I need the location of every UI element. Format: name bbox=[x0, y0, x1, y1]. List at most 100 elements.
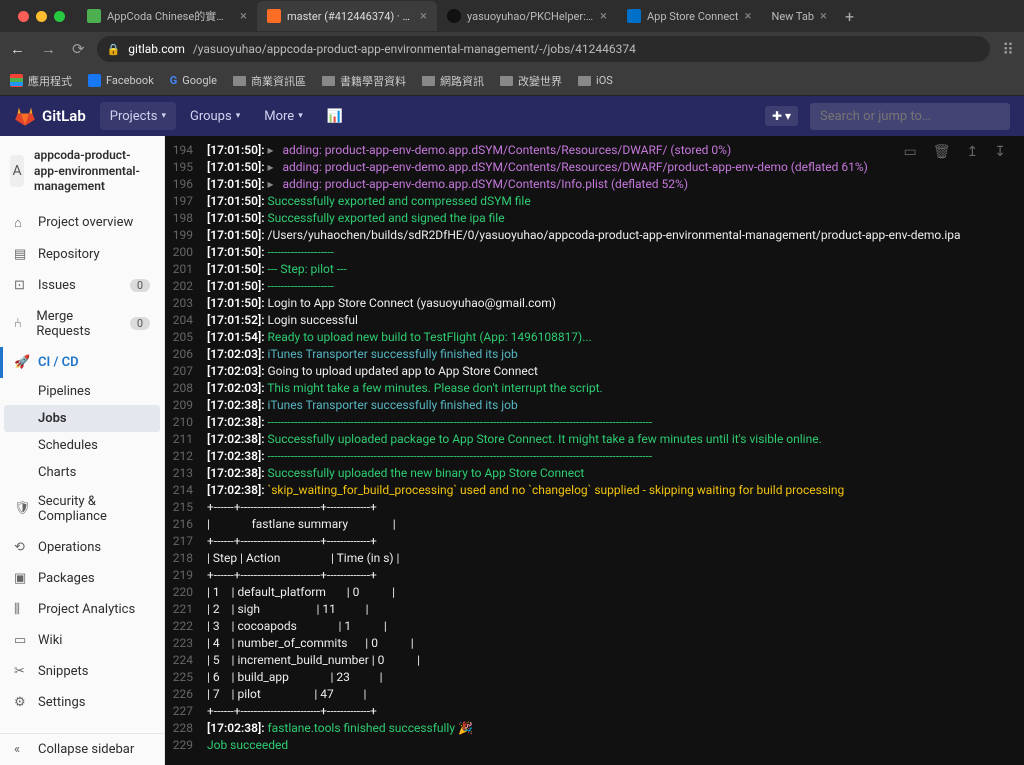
bookmark-item[interactable]: 改變世界 bbox=[500, 73, 562, 89]
log-line: 205[17:01:54]: Ready to upload new build… bbox=[165, 329, 1024, 346]
package-icon: ▣ bbox=[14, 571, 28, 586]
search-input[interactable] bbox=[810, 103, 1010, 130]
translate-icon[interactable]: ⠿ bbox=[1002, 40, 1014, 59]
facebook-icon bbox=[88, 74, 101, 87]
scroll-top-icon[interactable]: ▭ bbox=[904, 144, 917, 160]
bookmark-item[interactable]: 書籍學習資料 bbox=[322, 73, 406, 89]
sidebar-item-repository[interactable]: ▤Repository bbox=[0, 239, 164, 270]
sidebar-sub-schedules[interactable]: Schedules bbox=[0, 432, 164, 459]
issues-icon: ⊡ bbox=[14, 278, 28, 293]
browser-tab[interactable]: New Tab × bbox=[761, 1, 837, 31]
tab-label: App Store Connect bbox=[647, 10, 739, 23]
merge-icon: ⑃ bbox=[14, 316, 26, 331]
forward-icon[interactable]: → bbox=[41, 40, 56, 58]
sidebar-item-analytics[interactable]: ⫼Project Analytics bbox=[0, 594, 164, 625]
project-name: appcoda-product-app-environmental-manage… bbox=[34, 148, 154, 195]
log-line: 212[17:02:38]: -------------------------… bbox=[165, 448, 1024, 465]
tab-label: New Tab bbox=[771, 10, 814, 23]
sidebar-item-security[interactable]: 🛡Security & Compliance bbox=[0, 486, 164, 532]
favicon-icon bbox=[447, 9, 461, 23]
log-line: 209[17:02:38]: iTunes Transporter succes… bbox=[165, 397, 1024, 414]
browser-tab[interactable]: yasuoyuhao/PKCHelper: PKCHe… × bbox=[437, 1, 617, 31]
project-sidebar: A appcoda-product-app-environmental-mana… bbox=[0, 136, 165, 765]
sidebar-item-issues[interactable]: ⊡Issues0 bbox=[0, 270, 164, 301]
sidebar-item-packages[interactable]: ▣Packages bbox=[0, 563, 164, 594]
bookmark-label: 改變世界 bbox=[518, 73, 562, 89]
scroll-up-icon[interactable]: ↥ bbox=[967, 144, 979, 160]
lock-icon: 🔒 bbox=[107, 43, 121, 56]
minimize-window-icon[interactable] bbox=[36, 11, 47, 22]
bookmark-item[interactable]: GGoogle bbox=[170, 74, 217, 87]
reload-icon[interactable]: ⟳ bbox=[72, 40, 85, 58]
book-icon: ▭ bbox=[14, 633, 28, 648]
close-tab-icon[interactable]: × bbox=[600, 9, 607, 24]
back-icon[interactable]: ← bbox=[10, 40, 25, 58]
new-tab-button[interactable]: + bbox=[839, 7, 860, 26]
log-line: 208[17:02:03]: This might take a few min… bbox=[165, 380, 1024, 397]
gitlab-logo[interactable]: GitLab bbox=[14, 105, 86, 127]
log-line: 194[17:01:50]: ▸ adding: product-app-env… bbox=[165, 142, 1024, 159]
sidebar-item-operations[interactable]: ⟲Operations bbox=[0, 532, 164, 563]
sidebar-sub-pipelines[interactable]: Pipelines bbox=[0, 378, 164, 405]
url-path: /yasuoyuhao/appcoda-product-app-environm… bbox=[193, 42, 636, 56]
job-log-pane: ▭ 🗑 ↥ ↧ 194[17:01:50]: ▸ adding: product… bbox=[165, 136, 1024, 765]
close-tab-icon[interactable]: × bbox=[240, 9, 247, 24]
bookmark-item[interactable]: 商業資訊區 bbox=[233, 73, 306, 89]
sidebar-item-cicd[interactable]: 🚀CI / CD bbox=[0, 347, 164, 378]
nav-projects[interactable]: Projects▾ bbox=[100, 102, 176, 130]
erase-icon[interactable]: 🗑 bbox=[933, 144, 951, 160]
sidebar-sub-charts[interactable]: Charts bbox=[0, 459, 164, 486]
sidebar-item-wiki[interactable]: ▭Wiki bbox=[0, 625, 164, 656]
bookmark-item[interactable]: iOS bbox=[578, 74, 613, 87]
bookmarks-bar: 應用程式 Facebook GGoogle 商業資訊區書籍學習資料網路資訊 改變世界 iO… bbox=[0, 66, 1024, 96]
collapse-sidebar-button[interactable]: «Collapse sidebar bbox=[0, 733, 164, 765]
close-tab-icon[interactable]: × bbox=[745, 9, 752, 24]
gear-icon: ⚙ bbox=[14, 695, 28, 710]
bookmark-label: 應用程式 bbox=[28, 73, 72, 89]
log-line: 224| 5 | increment_build_number | 0 | bbox=[165, 652, 1024, 669]
log-line: 201[17:01:50]: --- Step: pilot --- bbox=[165, 261, 1024, 278]
scroll-down-icon[interactable]: ↧ bbox=[994, 144, 1006, 160]
bookmark-item[interactable]: Facebook bbox=[88, 74, 154, 87]
bookmark-label: 商業資訊區 bbox=[251, 73, 306, 89]
project-avatar: A bbox=[10, 155, 24, 187]
maximize-window-icon[interactable] bbox=[54, 11, 65, 22]
log-line: 229Job succeeded bbox=[165, 737, 1024, 754]
new-dropdown-button[interactable]: ✚ ▾ bbox=[765, 106, 798, 126]
brand-name: GitLab bbox=[42, 107, 86, 125]
bookmark-item[interactable]: 應用程式 bbox=[10, 73, 72, 89]
browser-tab[interactable]: App Store Connect × bbox=[617, 1, 761, 31]
url-host: gitlab.com bbox=[128, 42, 185, 56]
mr-count-badge: 0 bbox=[130, 317, 150, 330]
project-header[interactable]: A appcoda-product-app-environmental-mana… bbox=[0, 136, 164, 207]
tab-label: yasuoyuhao/PKCHelper: PKCHe… bbox=[467, 10, 594, 23]
nav-groups[interactable]: Groups▾ bbox=[180, 96, 250, 136]
bookmark-label: Facebook bbox=[106, 74, 154, 87]
ops-icon: ⟲ bbox=[14, 540, 28, 555]
log-line: 227+------+------------------------+----… bbox=[165, 703, 1024, 720]
folder-icon bbox=[322, 76, 335, 86]
close-tab-icon[interactable]: × bbox=[820, 9, 827, 24]
gitlab-header: GitLab Projects▾ Groups▾ More▾ 📊 ✚ ▾ bbox=[0, 96, 1024, 136]
bookmark-item[interactable]: 網路資訊 bbox=[422, 73, 484, 89]
log-line: 206[17:02:03]: iTunes Transporter succes… bbox=[165, 346, 1024, 363]
browser-tab[interactable]: master (#412446374) · Jobs · …× bbox=[257, 1, 437, 31]
nav-more[interactable]: More▾ bbox=[254, 96, 312, 136]
sidebar-item-merge-requests[interactable]: ⑃Merge Requests0 bbox=[0, 301, 164, 347]
nav-activity-icon[interactable]: 📊 bbox=[317, 96, 353, 136]
scissors-icon: ✂ bbox=[14, 664, 28, 679]
log-line: 214[17:02:38]: `skip_waiting_for_build_p… bbox=[165, 482, 1024, 499]
log-line: 202[17:01:50]: -------------------- bbox=[165, 278, 1024, 295]
bookmark-label: iOS bbox=[596, 74, 613, 87]
window-controls[interactable] bbox=[8, 11, 75, 22]
url-field[interactable]: 🔒 gitlab.com/yasuoyuhao/appcoda-product-… bbox=[97, 36, 991, 62]
close-window-icon[interactable] bbox=[18, 11, 29, 22]
close-tab-icon[interactable]: × bbox=[420, 9, 427, 24]
browser-tab[interactable]: AppCoda Chinese的實戰：一個…× bbox=[77, 1, 257, 31]
sidebar-item-snippets[interactable]: ✂Snippets bbox=[0, 656, 164, 687]
sidebar-item-settings[interactable]: ⚙Settings bbox=[0, 687, 164, 718]
sidebar-sub-jobs[interactable]: Jobs bbox=[4, 405, 160, 432]
log-line: 220| 1 | default_platform | 0 | bbox=[165, 584, 1024, 601]
sidebar-item-overview[interactable]: ⌂Project overview bbox=[0, 207, 164, 239]
repo-icon: ▤ bbox=[14, 247, 28, 262]
